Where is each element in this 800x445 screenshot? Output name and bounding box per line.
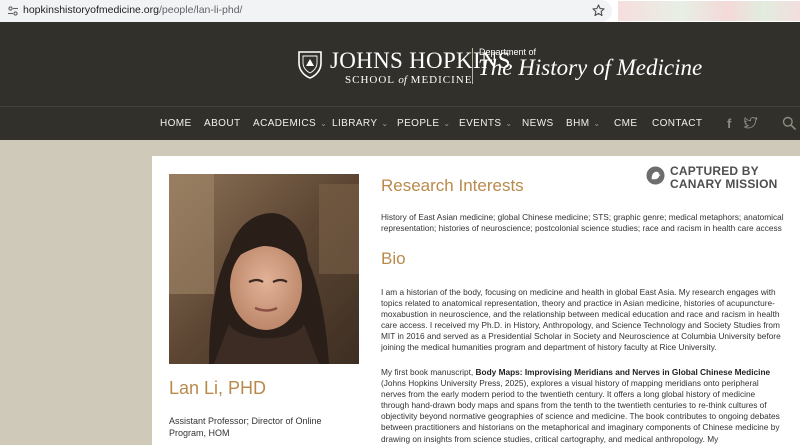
brand-school-pre: SCHOOL — [345, 74, 399, 86]
nav-about[interactable]: ABOUT — [204, 118, 240, 129]
chevron-down-icon: ⌄ — [443, 119, 451, 128]
nav-people[interactable]: PEOPLE ⌄ — [397, 118, 451, 129]
twitter-icon[interactable] — [744, 117, 758, 129]
blurred-extension-area — [618, 1, 800, 21]
person-name: Lan Li, PHD — [169, 378, 267, 398]
brand-school-of: of — [398, 74, 407, 86]
nav-library-label: LIBRARY — [332, 118, 378, 129]
nav-about-label: ABOUT — [204, 118, 241, 129]
nav-people-label: PEOPLE — [397, 118, 440, 129]
nav-events[interactable]: EVENTS ⌄ — [459, 118, 513, 129]
chevron-down-icon: ⌄ — [505, 119, 513, 128]
chevron-down-icon: ⌄ — [381, 119, 389, 128]
badge-line-1: CAPTURED BY — [670, 164, 759, 178]
brand-school: SCHOOL of MEDICINE — [345, 74, 472, 86]
bio-p2-post: (Johns Hopkins University Press, 2025), … — [381, 378, 780, 444]
nav-contact[interactable]: CONTACT — [652, 118, 702, 129]
nav-cme-label: CME — [614, 118, 638, 129]
person-title: Assistant Professor; Director of Online … — [169, 416, 322, 438]
nav-news[interactable]: NEWS — [522, 118, 554, 129]
nav-bhm-label: BHM — [566, 118, 590, 129]
nav-events-label: EVENTS — [459, 118, 502, 129]
browser-toolbar: hopkinshistoryofmedicine.org/people/lan-… — [0, 0, 800, 22]
chevron-down-icon: ⌄ — [593, 119, 601, 128]
badge-line-2: CANARY MISSION — [670, 177, 778, 191]
department-title[interactable]: The History of Medicine — [478, 55, 702, 81]
research-interests-text: History of East Asian medicine; global C… — [381, 212, 784, 234]
bio-paragraph-1: I am a historian of the body, focusing o… — [381, 287, 781, 353]
site-header: JOHNS HOPKINS SCHOOL of MEDICINE Departm… — [0, 22, 800, 106]
brand-school-post: MEDICINE — [406, 74, 473, 86]
address-bar[interactable]: hopkinshistoryofmedicine.org/people/lan-… — [0, 0, 612, 22]
url-text: hopkinshistoryofmedicine.org/people/lan-… — [23, 4, 242, 16]
book-title: Body Maps: Improvising Meridians and Ner… — [475, 367, 771, 377]
nav-library[interactable]: LIBRARY ⌄ — [332, 118, 389, 129]
chevron-down-icon: ⌄ — [320, 119, 328, 128]
bio-p2-pre: My first book manuscript, — [381, 367, 476, 377]
search-icon[interactable] — [782, 116, 796, 130]
nav-contact-label: CONTACT — [652, 118, 703, 129]
main-navigation: HOME ABOUT ACADEMICS ⌄ LIBRARY ⌄ PEOPLE ⌄ E… — [0, 106, 800, 140]
research-interests-heading: Research Interests — [381, 176, 524, 195]
bio-heading: Bio — [381, 249, 406, 268]
profile-photo — [169, 174, 359, 364]
nav-home-label: HOME — [160, 118, 192, 129]
nav-cme[interactable]: CME — [614, 118, 637, 129]
nav-academics[interactable]: ACADEMICS ⌄ — [253, 118, 327, 129]
nav-home[interactable]: HOME — [160, 118, 192, 129]
nav-academics-label: ACADEMICS — [253, 118, 317, 129]
bio-paragraph-2: My first book manuscript, Body Maps: Imp… — [381, 367, 785, 445]
url-host: hopkinshistoryofmedicine.org — [23, 4, 159, 16]
url-path: /people/lan-li-phd/ — [159, 4, 243, 16]
header-divider — [472, 48, 473, 84]
jhu-shield-logo-icon[interactable] — [297, 49, 323, 79]
canary-bird-icon — [646, 166, 665, 185]
nav-bhm[interactable]: BHM ⌄ — [566, 118, 601, 129]
nav-news-label: NEWS — [522, 118, 554, 129]
facebook-icon[interactable]: f — [727, 116, 731, 131]
site-info-icon[interactable] — [7, 5, 19, 17]
portrait-illustration — [169, 174, 359, 364]
bookmark-star-icon[interactable] — [592, 4, 605, 17]
